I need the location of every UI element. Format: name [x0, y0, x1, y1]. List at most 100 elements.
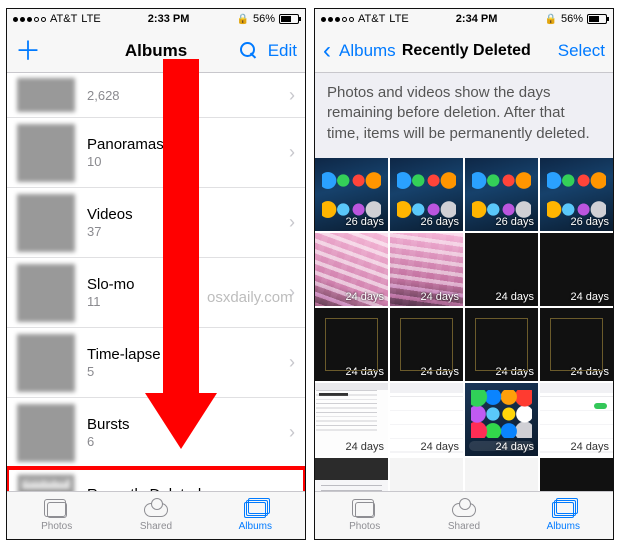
days-badge: 24 days — [345, 441, 384, 453]
album-thumbnail — [17, 78, 75, 112]
photos-icon — [355, 502, 375, 518]
photo-cell[interactable] — [540, 458, 613, 491]
photo-cell[interactable]: 24 days — [315, 383, 388, 456]
tab-shared[interactable]: Shared — [106, 492, 205, 539]
photo-cell[interactable]: 24 days — [540, 383, 613, 456]
days-badge: 24 days — [495, 291, 534, 303]
album-list[interactable]: 2,628 › Panoramas10 › Videos37 › Slo-mo1… — [7, 73, 305, 491]
album-name: Recently Deleted — [87, 486, 289, 491]
nav-bar: ‹ Albums Recently Deleted Select — [315, 29, 613, 73]
albums-icon — [552, 502, 574, 518]
photo-cell[interactable]: 24 days — [465, 383, 538, 456]
photo-cell[interactable] — [315, 458, 388, 491]
deleted-photos[interactable]: Photos and videos show the days remainin… — [315, 73, 613, 491]
album-row[interactable]: Slo-mo11 › — [7, 258, 305, 328]
album-name: Slo-mo — [87, 276, 289, 293]
album-row[interactable]: Time-lapse5 › — [7, 328, 305, 398]
chevron-right-icon: › — [289, 422, 295, 443]
carrier-label: AT&T — [50, 13, 77, 25]
status-bar: AT&T LTE 2:34 PM 🔒 56% — [315, 9, 613, 29]
photo-cell[interactable] — [465, 458, 538, 491]
tab-bar: Photos Shared Albums — [7, 491, 305, 539]
nav-title: Recently Deleted — [402, 42, 531, 60]
days-badge: 24 days — [495, 366, 534, 378]
photo-cell[interactable]: 24 days — [315, 233, 388, 306]
back-button[interactable]: ‹ Albums — [323, 39, 396, 63]
tab-photos[interactable]: Photos — [315, 492, 414, 539]
edit-button[interactable]: Edit — [268, 41, 297, 61]
album-row[interactable]: Bursts6 › — [7, 398, 305, 468]
album-row[interactable]: Videos37 › — [7, 188, 305, 258]
rotation-lock-icon: 🔒 — [237, 14, 249, 25]
cloud-icon — [452, 503, 476, 517]
signal-dots-icon — [13, 17, 46, 22]
nav-title: Albums — [125, 41, 187, 61]
chevron-right-icon: › — [289, 282, 295, 303]
days-badge: 26 days — [495, 216, 534, 228]
album-thumbnail — [17, 404, 75, 462]
alert-title: Cannot Get Mail — [22, 479, 70, 489]
album-thumbnail — [17, 124, 75, 182]
tab-label: Shared — [140, 521, 172, 532]
search-icon[interactable] — [240, 42, 258, 60]
tab-label: Shared — [448, 521, 480, 532]
tab-label: Photos — [349, 521, 380, 532]
tab-albums[interactable]: Albums — [206, 492, 305, 539]
album-count: 6 — [87, 434, 289, 449]
photo-cell[interactable]: 24 days — [390, 383, 463, 456]
back-label: Albums — [339, 41, 396, 61]
photo-cell[interactable]: 24 days — [540, 233, 613, 306]
album-name: Videos — [87, 206, 289, 223]
album-count: 10 — [87, 154, 289, 169]
album-count: 2,628 — [87, 88, 289, 103]
battery-percent: 56% — [253, 13, 275, 25]
chevron-right-icon: › — [289, 85, 295, 106]
network-label: LTE — [389, 13, 408, 25]
tab-label: Albums — [547, 521, 580, 532]
days-badge: 26 days — [570, 216, 609, 228]
album-row[interactable]: Panoramas10 › — [7, 118, 305, 188]
cloud-icon — [144, 503, 168, 517]
photo-cell[interactable]: 26 days — [465, 158, 538, 231]
rotation-lock-icon: 🔒 — [545, 14, 557, 25]
days-badge: 24 days — [495, 441, 534, 453]
photo-cell[interactable]: 26 days — [540, 158, 613, 231]
battery-icon — [279, 14, 299, 24]
tab-shared[interactable]: Shared — [414, 492, 513, 539]
photo-cell[interactable]: 26 days — [390, 158, 463, 231]
tab-photos[interactable]: Photos — [7, 492, 106, 539]
alert-body: data connection cann established since a… — [22, 491, 70, 492]
album-thumbnail — [17, 194, 75, 252]
chevron-left-icon: ‹ — [323, 39, 331, 63]
album-count: 37 — [87, 224, 289, 239]
tab-bar: Photos Shared Albums — [315, 491, 613, 539]
photo-cell[interactable]: 24 days — [390, 233, 463, 306]
chevron-right-icon: › — [289, 212, 295, 233]
photo-cell[interactable]: 24 days — [390, 308, 463, 381]
photo-cell[interactable]: 24 days — [465, 233, 538, 306]
battery-icon — [587, 14, 607, 24]
albums-icon — [244, 502, 266, 518]
photo-cell[interactable]: 26 days — [315, 158, 388, 231]
add-album-button[interactable]: ＋ — [15, 38, 41, 64]
photo-cell[interactable]: 24 days — [315, 308, 388, 381]
photos-icon — [47, 502, 67, 518]
photo-cell[interactable]: 24 days — [540, 308, 613, 381]
status-time: 2:33 PM — [148, 13, 190, 25]
photo-cell[interactable] — [390, 458, 463, 491]
select-button[interactable]: Select — [558, 41, 605, 61]
album-thumbnail — [17, 334, 75, 392]
nav-bar: ＋ Albums Edit — [7, 29, 305, 73]
signal-dots-icon — [321, 17, 354, 22]
days-badge: 24 days — [420, 291, 459, 303]
photo-cell[interactable]: 24 days — [465, 308, 538, 381]
album-row[interactable]: 2,628 › — [7, 73, 305, 118]
album-row-recently-deleted[interactable]: Cannot Get Mail data connection cann est… — [7, 468, 305, 491]
days-badge: 26 days — [420, 216, 459, 228]
tab-albums[interactable]: Albums — [514, 492, 613, 539]
days-badge: 24 days — [420, 366, 459, 378]
days-badge: 26 days — [345, 216, 384, 228]
days-badge: 24 days — [345, 366, 384, 378]
days-badge: 24 days — [570, 291, 609, 303]
days-badge: 24 days — [570, 441, 609, 453]
